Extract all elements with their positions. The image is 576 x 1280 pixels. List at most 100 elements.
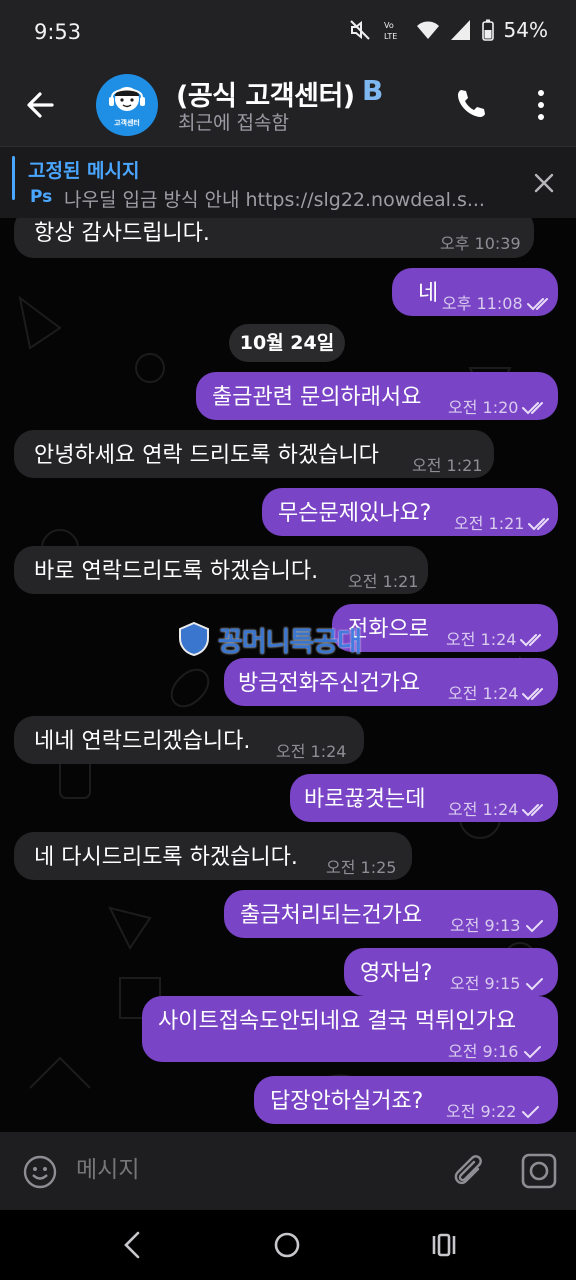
composer: [0, 1132, 576, 1210]
date-separator: 10월 24일: [229, 324, 345, 362]
nav-back-icon[interactable]: [118, 1230, 146, 1260]
phone-icon[interactable]: [452, 86, 488, 122]
pinned-indicator: [12, 156, 15, 200]
message-meta: 오전 1:20: [448, 394, 548, 422]
message-meta: 오전 1:21: [348, 568, 418, 596]
message-list[interactable]: 10월 24일 항상 감사드립니다. 오후 10:39 네 오후 11:08 출금관련 문…: [0, 218, 576, 1132]
avatar-label: 고객센터: [114, 119, 140, 127]
message-meta: 오전 9:22: [446, 1098, 540, 1126]
message-text: 답장안하실거죠?: [270, 1089, 424, 1114]
message-meta: 오전 1:21: [454, 510, 554, 538]
message-time: 오전 1:20: [448, 398, 519, 417]
message-meta: 오전 1:24: [448, 796, 548, 824]
message-meta: 오전 9:16: [448, 1038, 542, 1066]
message-time: 오전 9:22: [446, 1102, 517, 1121]
message-input[interactable]: [76, 1148, 436, 1192]
message-time: 오전 1:25: [326, 858, 397, 877]
message-text: 출금처리되는건가요: [240, 903, 423, 928]
message-meta: 오전 1:21: [412, 452, 482, 480]
double-check-icon: [526, 298, 548, 311]
outgoing-message[interactable]: 답장안하실거죠? 오전 9:22: [254, 1076, 558, 1124]
outgoing-message[interactable]: 방금전화주신건가요오전 1:24: [224, 658, 558, 706]
back-arrow-icon[interactable]: [22, 86, 60, 124]
message-time: 오전 1:24: [448, 684, 519, 703]
message-text: 항상 감사드립니다.: [34, 221, 210, 246]
nav-recents-icon[interactable]: [430, 1230, 458, 1260]
svg-text:LTE: LTE: [384, 32, 397, 41]
message-time: 오전 1:24: [276, 742, 347, 761]
system-nav-bar: [0, 1210, 576, 1280]
outgoing-message[interactable]: 출금처리되는건가요오전 9:13: [224, 890, 558, 938]
incoming-message[interactable]: 항상 감사드립니다. 오후 10:39: [14, 218, 534, 258]
message-time: 오전 9:16: [448, 1042, 519, 1061]
mute-icon: [349, 20, 370, 40]
chat-header: 고객센터 (공식 고객센터) B 최근에 접속함: [0, 64, 576, 146]
pinned-title: 고정된 메시지: [28, 160, 140, 182]
message-text: 네: [418, 281, 439, 306]
outgoing-message[interactable]: 무슨문제있나요? 오전 1:21: [262, 488, 558, 536]
message-text: 네네 연락드리겠습니다.: [34, 729, 251, 754]
message-text: 영자님?: [360, 961, 433, 986]
message-time: 오전 9:13: [450, 916, 521, 935]
message-meta: 오전 1:24: [276, 738, 346, 766]
double-check-icon: [522, 688, 544, 701]
double-check-icon: [528, 518, 550, 531]
watermark: 꽁머니특공대: [176, 618, 362, 660]
message-text: 무슨문제있나요?: [278, 501, 432, 526]
message-time: 오전 1:24: [446, 630, 517, 649]
chat-last-seen: 최근에 접속함: [178, 112, 289, 134]
pinned-message[interactable]: 고정된 메시지 Ps 나우딜 입금 방식 안내 https://slg22.no…: [0, 146, 576, 218]
message-text: 사이트접속도안되네요 결국 먹튀인가요: [158, 1009, 517, 1034]
pinned-text: 나우딜 입금 방식 안내 https://slg22.nowdeal.s...: [64, 189, 485, 211]
status-time: 9:53: [34, 20, 82, 44]
message-time: 오전 1:21: [412, 456, 483, 475]
message-meta: 오전 1:24: [446, 626, 546, 654]
message-meta: 오후 10:39: [440, 230, 521, 258]
message-time: 오전 9:15: [450, 974, 521, 993]
message-meta: 오후 11:08: [442, 290, 553, 318]
status-bar: 9:53 Vo LTE 54%: [0, 0, 576, 64]
outgoing-message[interactable]: 사이트접속도안되네요 결국 먹튀인가요오전 9:16: [142, 996, 558, 1062]
message-meta: 오전 9:13: [450, 912, 544, 940]
message-text: 방금전화주신건가요: [238, 671, 421, 696]
status-icons: Vo LTE 54%: [348, 18, 548, 42]
watermark-shield-icon: [179, 621, 209, 657]
chat-screen: 9:53 Vo LTE 54% 고객센터 (공식 고객센터) B 최근에 접속함: [0, 0, 576, 1280]
message-meta: 오전 9:15: [450, 970, 544, 998]
paperclip-icon[interactable]: [450, 1152, 486, 1190]
more-vertical-icon[interactable]: [526, 86, 556, 124]
message-text: 바로끊겻는데: [304, 787, 426, 812]
battery-percent: 54%: [503, 18, 548, 42]
avatar[interactable]: 고객센터: [96, 74, 158, 136]
double-check-icon: [522, 402, 544, 415]
check-icon: [526, 920, 544, 933]
double-check-icon: [522, 804, 544, 817]
incoming-message[interactable]: 안녕하세요 연락 드리도록 하겠습니다오전 1:21: [14, 430, 494, 478]
outgoing-message[interactable]: 전화으로 오전 1:24: [332, 604, 558, 652]
chat-badge: B: [362, 74, 384, 107]
message-meta: 오전 1:24: [448, 680, 548, 708]
outgoing-message[interactable]: 네 오후 11:08: [392, 268, 558, 316]
message-text: 출금관련 문의하래서요: [212, 385, 422, 410]
outgoing-message[interactable]: 출금관련 문의하래서요오전 1:20: [196, 372, 558, 420]
emoji-icon[interactable]: [22, 1154, 58, 1190]
message-meta: 오전 1:25: [326, 854, 396, 882]
double-check-icon: [520, 634, 542, 647]
nav-home-icon[interactable]: [272, 1230, 302, 1260]
message-time: 오후 10:39: [440, 234, 521, 253]
incoming-message[interactable]: 네 다시드리도록 하겠습니다. 오전 1:25: [14, 832, 412, 880]
outgoing-message[interactable]: 바로끊겻는데 오전 1:24: [290, 774, 558, 822]
message-time: 오후 11:08: [442, 294, 523, 313]
outgoing-message[interactable]: 영자님? 오전 9:15: [344, 948, 558, 996]
watermark-text: 꽁머니특공대: [218, 626, 362, 658]
incoming-message[interactable]: 네네 연락드리겠습니다. 오전 1:24: [14, 716, 364, 764]
message-time: 오전 1:21: [454, 514, 525, 533]
close-icon[interactable]: [532, 171, 556, 195]
check-icon: [522, 1106, 540, 1119]
message-time: 오전 1:21: [348, 572, 419, 591]
message-text: 안녕하세요 연락 드리도록 하겠습니다: [34, 443, 379, 468]
signal-icon: [450, 20, 470, 40]
camera-icon[interactable]: [520, 1152, 558, 1190]
incoming-message[interactable]: 바로 연락드리도록 하겠습니다. 오전 1:21: [14, 546, 428, 594]
volte-icon: Vo LTE: [384, 21, 397, 41]
